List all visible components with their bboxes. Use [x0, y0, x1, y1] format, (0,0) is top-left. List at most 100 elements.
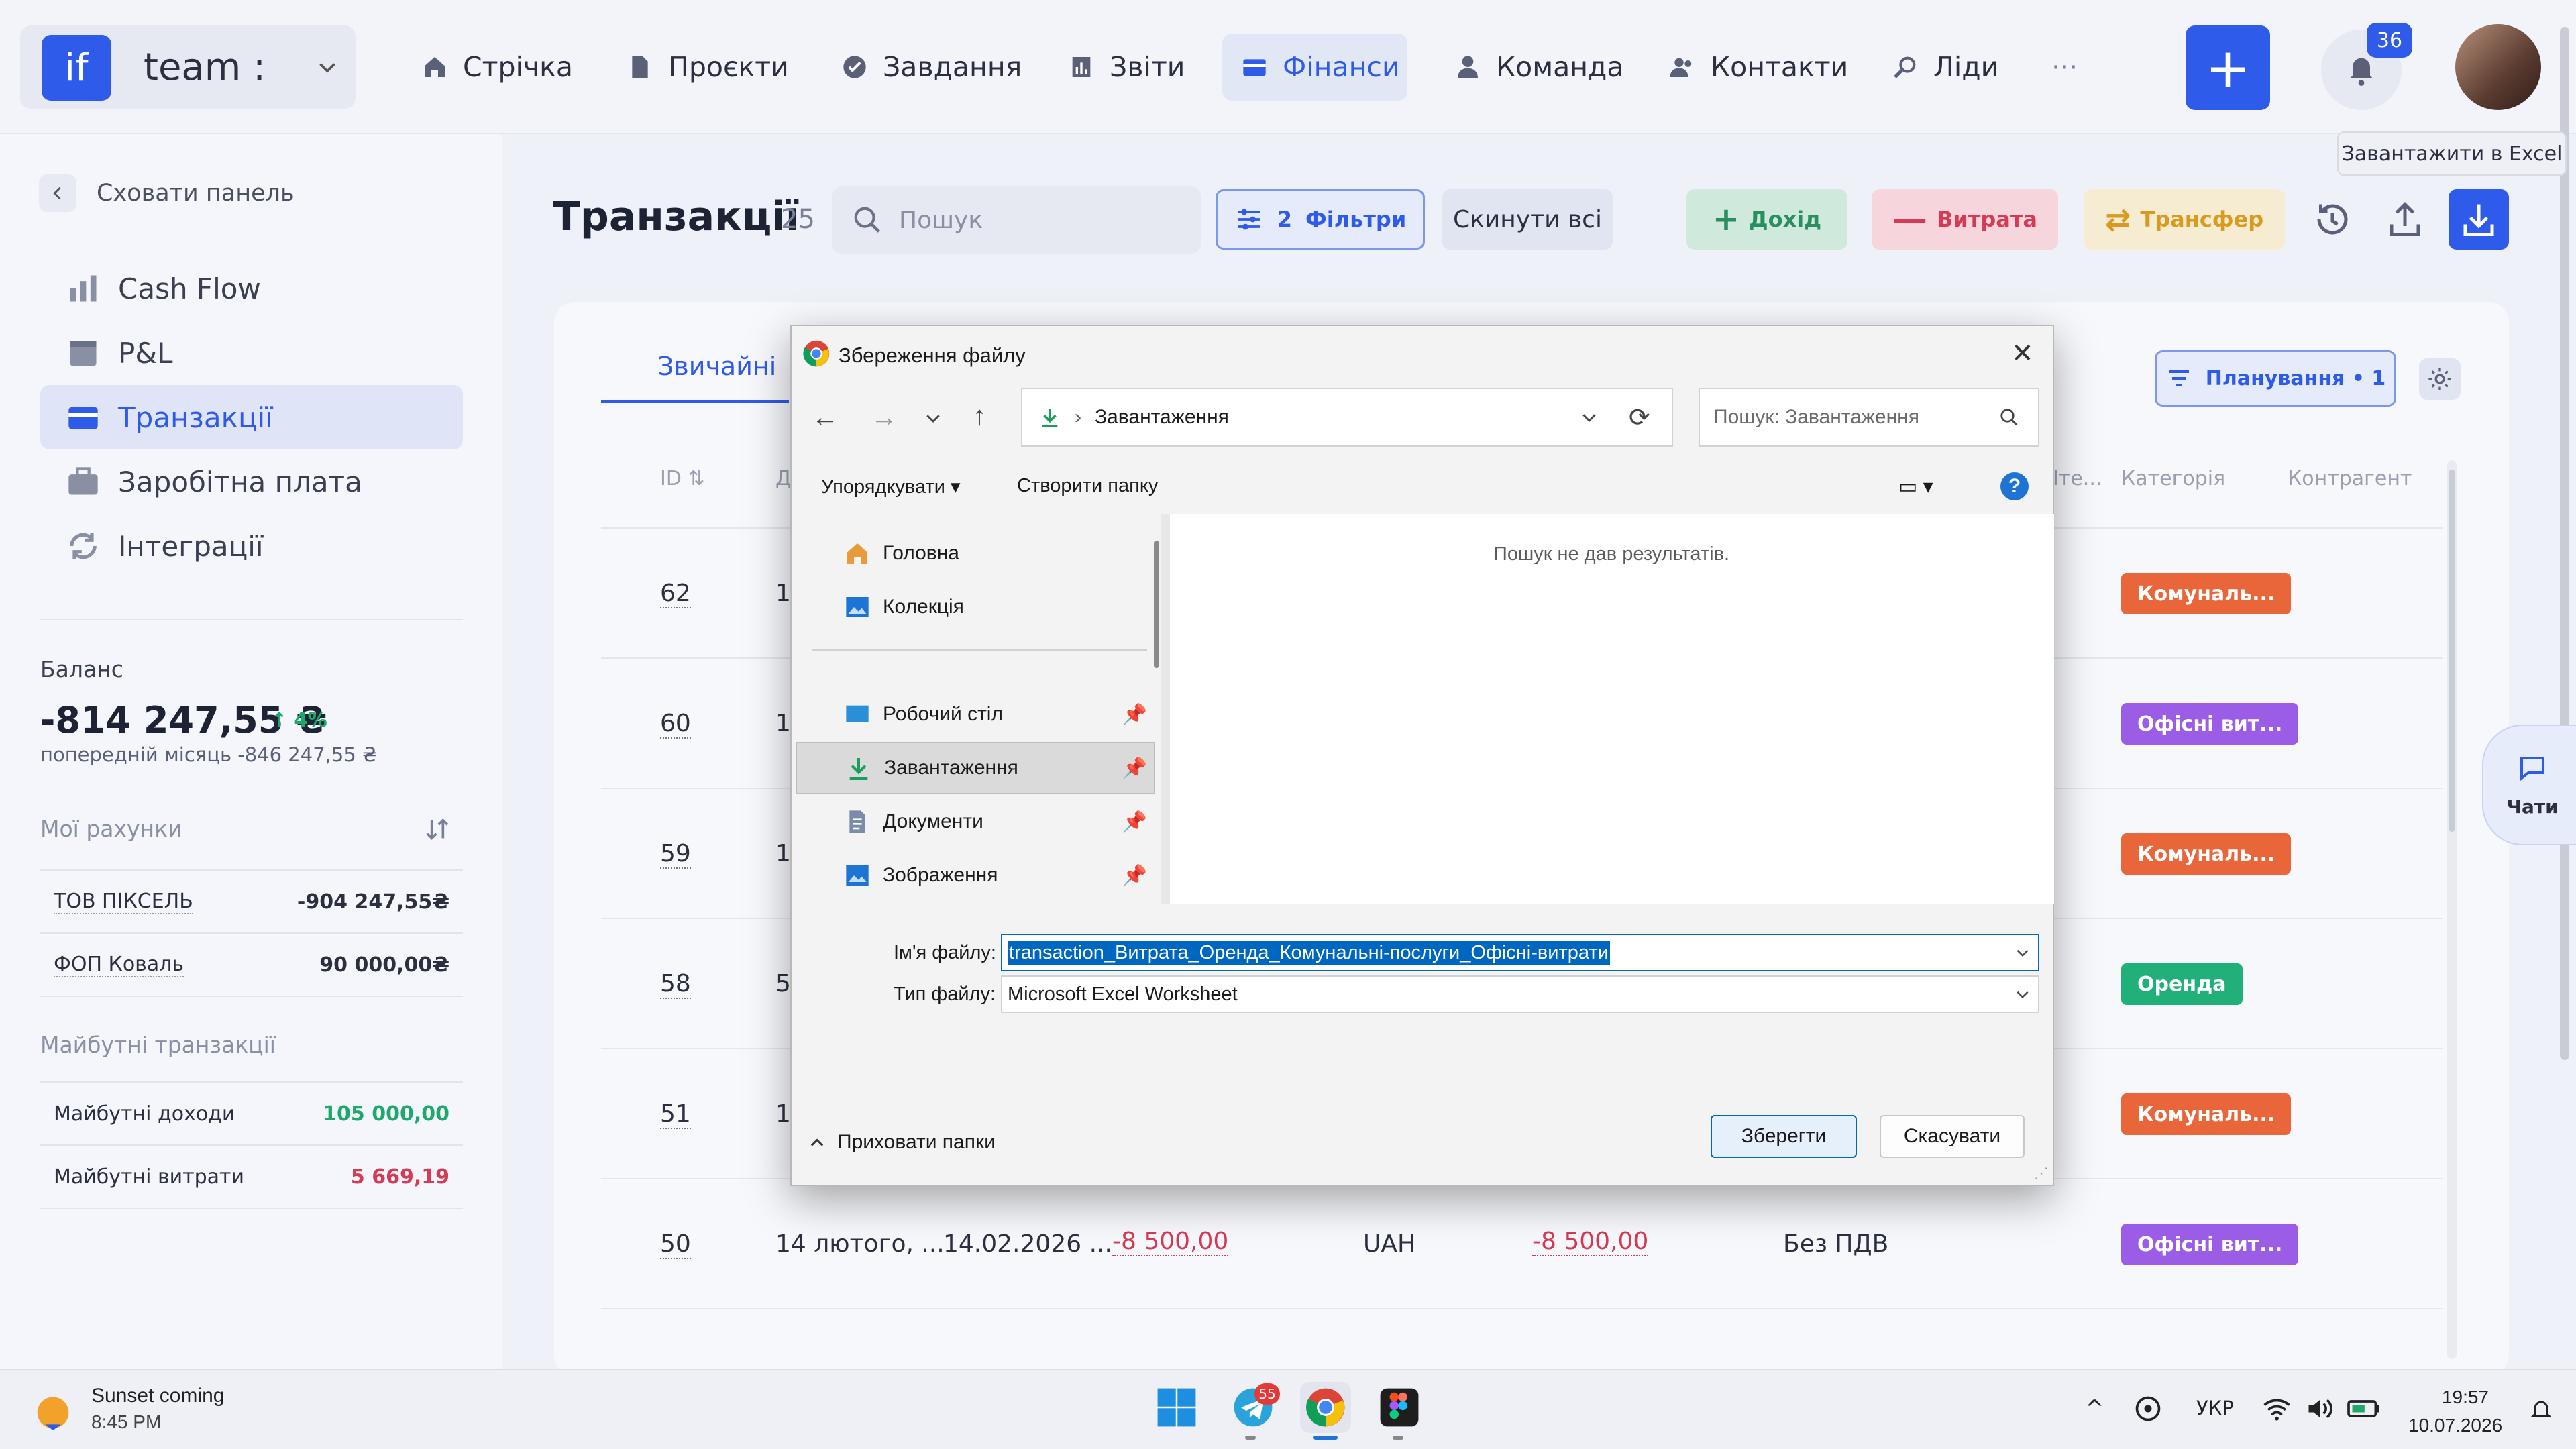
hide-folders-button[interactable]: Приховати папки: [808, 1131, 996, 1154]
chrome-app[interactable]: [1300, 1382, 1351, 1433]
category-tag[interactable]: Комуналь...: [2121, 573, 2292, 614]
table-scrollbar-thumb[interactable]: [2449, 470, 2455, 832]
hide-panel-button[interactable]: Сховати панель: [39, 174, 294, 212]
chats-button[interactable]: Чати: [2482, 724, 2576, 845]
nav-item-finance[interactable]: Фінанси: [1222, 34, 1407, 101]
window-scrollbar[interactable]: [2560, 27, 2569, 1060]
forward-arrow-icon[interactable]: →: [871, 402, 898, 433]
pin-icon[interactable]: 📌: [1122, 703, 1147, 727]
table-cell-id[interactable]: 50: [660, 1230, 691, 1259]
nav-item-projects[interactable]: Проєкти: [608, 34, 808, 101]
filters-button[interactable]: 2 Фільтри: [1216, 189, 1425, 250]
future-expense-row[interactable]: Майбутні витрати 5 669,19: [40, 1146, 463, 1209]
add-transfer-button[interactable]: ⇄ Трансфер: [2084, 189, 2285, 250]
new-folder-button[interactable]: Створити папку: [1017, 475, 1158, 497]
sidebar-item-integrations[interactable]: Інтеграції: [40, 514, 463, 578]
pin-icon[interactable]: 📌: [1122, 757, 1147, 780]
tree-item-downloads[interactable]: Завантаження 📌: [796, 742, 1155, 794]
back-arrow-icon[interactable]: ←: [812, 402, 839, 433]
column-header-id[interactable]: ID ⇅: [660, 467, 705, 490]
weather-widget[interactable]: Sunset coming 8:45 PM: [30, 1385, 224, 1433]
notification-center-icon[interactable]: [2529, 1398, 2553, 1422]
history-button[interactable]: [2302, 189, 2363, 250]
refresh-icon[interactable]: ⟳: [1629, 402, 1650, 433]
add-income-button[interactable]: + Дохід: [1686, 189, 1847, 250]
dialog-search-input[interactable]: Пошук: Завантаження: [1699, 388, 2039, 447]
nav-more-button[interactable]: ···: [2033, 34, 2096, 101]
wifi-icon[interactable]: [2262, 1394, 2292, 1424]
address-dropdown-icon[interactable]: [1579, 407, 1599, 427]
file-list[interactable]: [1170, 514, 2054, 904]
column-header-counterparty[interactable]: Контрагент: [2288, 467, 2412, 490]
table-cell-id[interactable]: 51: [660, 1100, 691, 1129]
account-row[interactable]: ФОП Коваль 90 000,00₴: [40, 934, 463, 997]
save-button[interactable]: Зберегти: [1711, 1115, 1857, 1158]
resize-grip-icon[interactable]: ⋰: [2034, 1165, 2049, 1182]
chevron-down-icon[interactable]: [2014, 944, 2031, 961]
nav-item-feed[interactable]: Стрічка: [402, 34, 592, 101]
category-tag[interactable]: Комуналь...: [2121, 833, 2292, 875]
view-options-icon[interactable]: ▭ ▾: [1898, 475, 1933, 498]
tree-item-desktop[interactable]: Робочий стіл 📌: [805, 688, 1154, 741]
pin-icon[interactable]: 📌: [1122, 864, 1147, 888]
copilot-icon[interactable]: [2133, 1394, 2163, 1424]
table-cell-id[interactable]: 60: [660, 710, 691, 739]
address-bar[interactable]: › Завантаження ⟳: [1021, 388, 1673, 447]
import-button[interactable]: [2375, 189, 2435, 250]
close-icon[interactable]: ✕: [2011, 338, 2034, 369]
tree-item-documents[interactable]: Документи 📌: [805, 796, 1154, 848]
tab-normal[interactable]: Звичайні: [657, 352, 776, 381]
tree-scrollbar[interactable]: [1154, 541, 1159, 668]
figma-app[interactable]: [1374, 1382, 1425, 1433]
column-header-date[interactable]: Д: [775, 467, 791, 490]
pin-icon[interactable]: 📌: [1122, 810, 1147, 834]
table-cell-id[interactable]: 58: [660, 970, 691, 999]
category-tag[interactable]: Оренда: [2121, 963, 2243, 1005]
sidebar-item-pnl[interactable]: P&L: [40, 321, 463, 385]
category-tag[interactable]: Офісні вит...: [2121, 1224, 2299, 1265]
tree-scroll-track[interactable]: [1161, 514, 1170, 904]
sidebar-item-cash-flow[interactable]: Cash Flow: [40, 256, 463, 321]
table-cell-amount-uah[interactable]: -8 500,00: [1532, 1228, 1649, 1256]
tray-chevron-icon[interactable]: ^: [2085, 1395, 2104, 1422]
tree-item-pictures[interactable]: Зображення 📌: [805, 849, 1154, 902]
column-header-category[interactable]: Категорія: [2121, 467, 2225, 490]
category-tag[interactable]: Офісні вит...: [2121, 703, 2299, 745]
sidebar-item-transactions[interactable]: Транзакції: [40, 385, 463, 449]
clock[interactable]: 19:57 10.07.2026: [2408, 1383, 2502, 1440]
filename-input[interactable]: transaction_Витрата_Оренда_Комунальні-по…: [1001, 934, 2039, 971]
search-input[interactable]: Пошук: [832, 186, 1201, 254]
nav-item-contacts[interactable]: Контакти: [1650, 34, 1867, 101]
planning-button[interactable]: Планування • 1: [2155, 350, 2396, 407]
column-header-item[interactable]: Іте...: [2053, 467, 2102, 490]
sort-icon[interactable]: [424, 816, 451, 843]
start-button[interactable]: [1151, 1382, 1202, 1433]
sidebar-item-payroll[interactable]: Заробітна плата: [40, 449, 463, 514]
help-icon[interactable]: ?: [2000, 472, 2029, 500]
nav-item-tasks[interactable]: Завдання: [822, 34, 1040, 101]
reset-filters-button[interactable]: Скинути всі: [1442, 189, 1613, 250]
table-cell-amount[interactable]: -8 500,00: [1112, 1228, 1229, 1256]
tree-item-home[interactable]: Головна: [805, 527, 1154, 580]
filetype-select[interactable]: Microsoft Excel Worksheet: [1001, 975, 2039, 1013]
up-arrow-icon[interactable]: ↑: [973, 401, 986, 431]
account-row[interactable]: ТОВ ПІКСЕЛЬ -904 247,55₴: [40, 871, 463, 934]
cancel-button[interactable]: Скасувати: [1880, 1115, 2025, 1158]
category-tag[interactable]: Комуналь...: [2121, 1093, 2292, 1135]
nav-item-leads[interactable]: Ліди: [1873, 34, 2017, 101]
volume-icon[interactable]: [2305, 1394, 2334, 1424]
avatar[interactable]: [2455, 24, 2541, 110]
future-income-row[interactable]: Майбутні доходи 105 000,00: [40, 1083, 463, 1146]
nav-item-reports[interactable]: Звіти: [1049, 34, 1203, 101]
language-indicator[interactable]: УКР: [2196, 1397, 2234, 1419]
chevron-down-icon[interactable]: [315, 55, 339, 79]
table-cell-id[interactable]: 62: [660, 580, 691, 608]
add-expense-button[interactable]: — Витрата: [1872, 189, 2058, 250]
create-button[interactable]: +: [2186, 25, 2270, 110]
organize-menu[interactable]: Упорядкувати ▾: [821, 475, 961, 498]
nav-item-team[interactable]: Команда: [1436, 34, 1643, 101]
chevron-down-icon[interactable]: [2014, 985, 2031, 1003]
table-settings-button[interactable]: [2419, 358, 2461, 400]
recent-chevron-icon[interactable]: [923, 408, 943, 428]
table-cell-id[interactable]: 59: [660, 840, 691, 869]
